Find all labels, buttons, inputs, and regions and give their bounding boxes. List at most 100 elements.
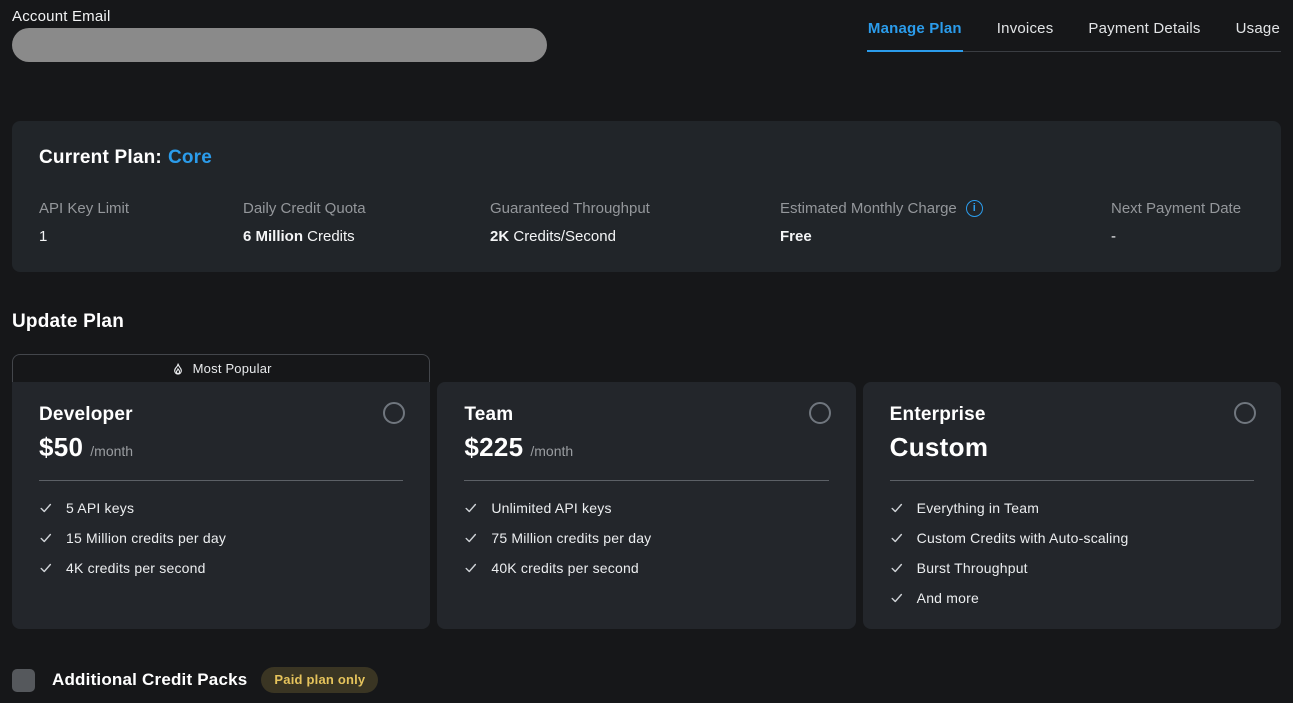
stat-value: - (1111, 228, 1254, 245)
stat-value: 6 Million Credits (243, 228, 490, 245)
plan-radio-enterprise[interactable] (1234, 402, 1256, 424)
stat-value-normal: - (1111, 228, 1116, 245)
tab-bar: Manage Plan Invoices Payment Details Usa… (867, 20, 1281, 52)
plans-row: Most Popular Developer $50 /month 5 API … (12, 354, 1281, 629)
tab-payment-details[interactable]: Payment Details (1087, 20, 1201, 51)
plan-feature-text: Burst Throughput (917, 560, 1028, 576)
stat-value-normal: Credits/Second (509, 228, 616, 245)
plan-feature-text: Everything in Team (917, 500, 1039, 516)
check-icon (890, 591, 904, 605)
plan-price-row: $50 /month (39, 432, 403, 464)
stat-daily-credit-quota: Daily Credit Quota 6 Million Credits (243, 200, 490, 245)
account-email-label: Account Email (12, 8, 547, 25)
plan-column-enterprise: Enterprise Custom Everything in Team Cus… (863, 354, 1281, 629)
plan-period: /month (90, 443, 133, 459)
check-icon (39, 501, 53, 515)
stat-label: API Key Limit (39, 200, 243, 217)
plan-card-developer[interactable]: Developer $50 /month 5 API keys 15 Milli… (12, 382, 430, 629)
check-icon (890, 501, 904, 515)
plan-feature: 75 Million credits per day (464, 523, 828, 553)
plan-feature-text: Custom Credits with Auto-scaling (917, 530, 1129, 546)
current-plan-title-prefix: Current Plan: (39, 147, 162, 168)
flame-icon (171, 362, 185, 376)
tab-invoices[interactable]: Invoices (996, 20, 1055, 51)
account-email-block: Account Email (12, 0, 547, 62)
check-icon (890, 531, 904, 545)
plan-header-spacer (437, 354, 855, 382)
credit-packs-row: Additional Credit Packs Paid plan only (12, 667, 1281, 693)
check-icon (464, 531, 478, 545)
stat-value-strong: Free (780, 228, 812, 245)
plan-feature: Burst Throughput (890, 553, 1254, 583)
check-icon (890, 561, 904, 575)
stat-value: Free (780, 228, 1111, 245)
current-plan-name: Core (168, 147, 212, 168)
stat-label: Daily Credit Quota (243, 200, 490, 217)
stat-value: 1 (39, 228, 243, 245)
plan-name: Team (464, 404, 828, 426)
billing-page: Account Email Manage Plan Invoices Payme… (0, 0, 1293, 703)
page-header: Account Email Manage Plan Invoices Payme… (12, 0, 1281, 62)
stat-guaranteed-throughput: Guaranteed Throughput 2K Credits/Second (490, 200, 780, 245)
plan-feature: Everything in Team (890, 493, 1254, 523)
credit-packs-checkbox[interactable] (12, 669, 35, 692)
plan-feature-text: Unlimited API keys (491, 500, 611, 516)
stat-api-key-limit: API Key Limit 1 (39, 200, 243, 245)
plan-feature: And more (890, 583, 1254, 613)
stat-value: 2K Credits/Second (490, 228, 780, 245)
plan-divider (39, 480, 403, 481)
stat-value-normal: Credits (303, 228, 355, 245)
plan-period: /month (530, 443, 573, 459)
plan-feature-list: Unlimited API keys 75 Million credits pe… (464, 493, 828, 583)
account-email-input[interactable] (12, 28, 547, 62)
plan-radio-team[interactable] (809, 402, 831, 424)
stat-label-row: Estimated Monthly Charge i (780, 200, 1111, 217)
stat-label: Next Payment Date (1111, 200, 1254, 217)
plan-column-developer: Most Popular Developer $50 /month 5 API … (12, 354, 430, 629)
update-plan-heading: Update Plan (12, 311, 1281, 333)
tab-usage[interactable]: Usage (1235, 20, 1281, 51)
tab-manage-plan[interactable]: Manage Plan (867, 20, 963, 52)
plan-feature: Unlimited API keys (464, 493, 828, 523)
check-icon (39, 531, 53, 545)
plan-card-enterprise[interactable]: Enterprise Custom Everything in Team Cus… (863, 382, 1281, 629)
plan-feature-list: 5 API keys 15 Million credits per day 4K… (39, 493, 403, 583)
check-icon (39, 561, 53, 575)
plan-column-team: Team $225 /month Unlimited API keys 75 M… (437, 354, 855, 629)
plan-feature-text: 15 Million credits per day (66, 530, 226, 546)
plan-feature-text: 75 Million credits per day (491, 530, 651, 546)
plan-feature: Custom Credits with Auto-scaling (890, 523, 1254, 553)
info-circle-icon[interactable]: i (966, 200, 983, 217)
plan-price-row: Custom (890, 432, 1254, 464)
plan-name: Developer (39, 404, 403, 426)
plan-divider (890, 480, 1254, 481)
stat-label: Guaranteed Throughput (490, 200, 780, 217)
current-plan-stats: API Key Limit 1 Daily Credit Quota 6 Mil… (39, 200, 1254, 245)
plan-feature: 40K credits per second (464, 553, 828, 583)
plan-feature-text: 4K credits per second (66, 560, 206, 576)
stat-estimated-monthly-charge: Estimated Monthly Charge i Free (780, 200, 1111, 245)
plan-feature-list: Everything in Team Custom Credits with A… (890, 493, 1254, 613)
most-popular-banner: Most Popular (12, 354, 430, 382)
current-plan-title: Current Plan: Core (39, 147, 1254, 169)
stat-label: Estimated Monthly Charge (780, 200, 957, 217)
stat-value-strong: 6 Million (243, 228, 303, 245)
plan-name: Enterprise (890, 404, 1254, 426)
plan-feature-text: And more (917, 590, 979, 606)
stat-next-payment-date: Next Payment Date - (1111, 200, 1254, 245)
plan-card-team[interactable]: Team $225 /month Unlimited API keys 75 M… (437, 382, 855, 629)
plan-divider (464, 480, 828, 481)
most-popular-label: Most Popular (193, 361, 272, 376)
check-icon (464, 501, 478, 515)
plan-header-spacer (863, 354, 1281, 382)
plan-feature: 15 Million credits per day (39, 523, 403, 553)
plan-feature: 5 API keys (39, 493, 403, 523)
stat-value-strong: 2K (490, 228, 509, 245)
plan-feature-text: 40K credits per second (491, 560, 639, 576)
stat-value-normal: 1 (39, 228, 47, 245)
check-icon (464, 561, 478, 575)
plan-price: $50 (39, 432, 83, 463)
plan-price-row: $225 /month (464, 432, 828, 464)
credit-packs-label: Additional Credit Packs (52, 670, 247, 690)
paid-plan-only-badge: Paid plan only (261, 667, 378, 693)
